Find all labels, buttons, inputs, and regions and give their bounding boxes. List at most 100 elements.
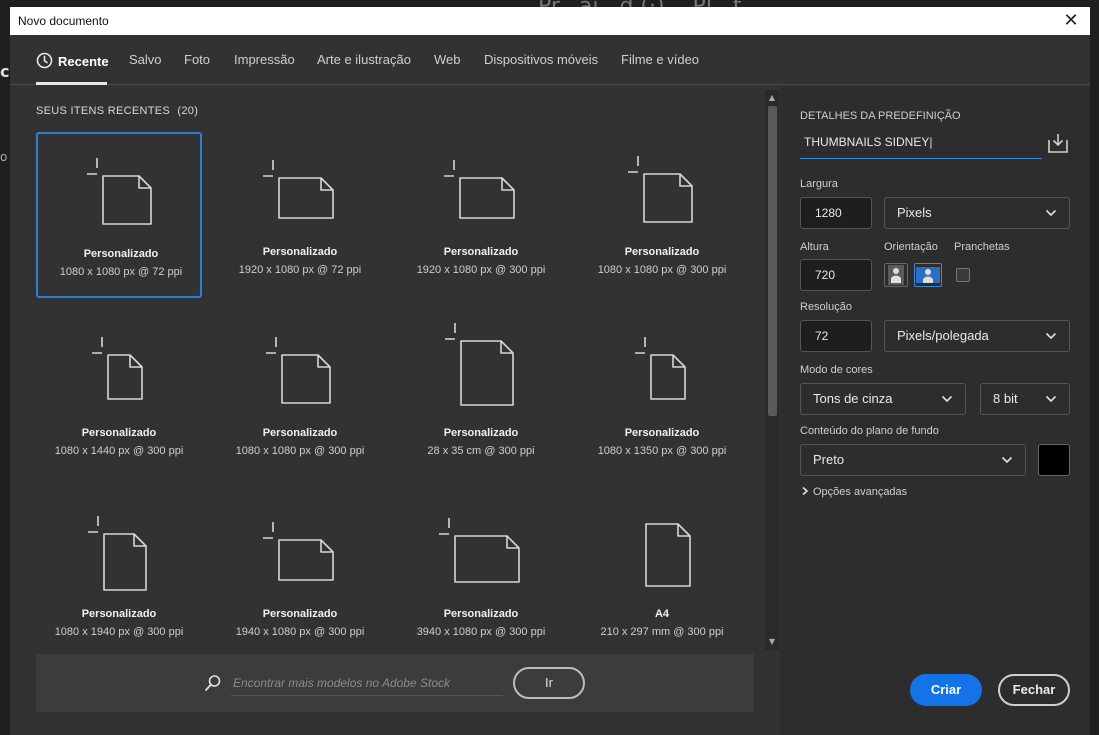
recent-item-tile[interactable]: Personalizado 1080 x 1080 px @ 72 ppi	[36, 132, 202, 298]
recent-item-name: Personalizado	[262, 608, 338, 620]
recent-item-tile[interactable]: Personalizado 1080 x 1350 px @ 300 ppi	[579, 313, 745, 479]
scrollbar[interactable]: ▲ ▼	[765, 90, 779, 650]
tab-arte-e-ilustracao[interactable]: Arte e ilustração	[317, 52, 411, 67]
recent-item-tile[interactable]: Personalizado 1920 x 1080 px @ 72 ppi	[217, 132, 383, 298]
save-preset-icon[interactable]	[1046, 131, 1070, 155]
recent-item-name: Personalizado	[443, 427, 519, 439]
bit-depth-dropdown[interactable]: 8 bit	[980, 383, 1070, 415]
width-label: Largura	[800, 178, 838, 190]
tab-filme-e-video[interactable]: Filme e vídeo	[621, 52, 699, 67]
preset-name-field[interactable]: THUMBNAILS SIDNEY|	[800, 131, 1042, 159]
recent-item-tile[interactable]: Personalizado 1080 x 1080 px @ 300 ppi	[217, 313, 383, 479]
search-go-button[interactable]: Ir	[513, 667, 585, 699]
recent-item-name: Personalizado	[81, 608, 157, 620]
document-icon	[263, 160, 334, 219]
recent-item-size: 1080 x 1080 px @ 300 ppi	[235, 445, 365, 457]
landscape-orientation-button[interactable]	[914, 263, 942, 287]
recent-item-name: A4	[654, 608, 670, 620]
recent-item-name: Personalizado	[443, 608, 519, 620]
document-icon	[645, 523, 691, 587]
category-tabs: Recente Salvo Foto Impressão Arte e ilus…	[10, 35, 1090, 85]
advanced-options-toggle[interactable]: Opções avançadas	[800, 486, 907, 498]
scroll-down-icon[interactable]: ▼	[765, 636, 779, 648]
tab-dispositivos-moveis[interactable]: Dispositivos móveis	[484, 52, 598, 67]
recent-item-name: Personalizado	[624, 246, 700, 258]
stock-search-input[interactable]	[231, 670, 503, 696]
recent-item-size: 3940 x 1080 px @ 300 ppi	[416, 626, 546, 638]
close-button[interactable]: Fechar	[998, 674, 1070, 706]
document-icon	[444, 160, 515, 219]
artboards-checkbox[interactable]	[956, 268, 970, 282]
background-text-fragment: c	[0, 62, 10, 81]
stock-search-bar: Ir	[36, 654, 754, 712]
create-button[interactable]: Criar	[910, 674, 982, 706]
orientation-label: Orientação	[884, 241, 938, 253]
search-icon	[205, 675, 221, 691]
recent-item-size: 1080 x 1350 px @ 300 ppi	[597, 445, 727, 457]
tab-impressao[interactable]: Impressão	[234, 52, 295, 67]
portrait-orientation-button[interactable]	[884, 263, 908, 287]
document-icon	[439, 518, 520, 583]
bit-depth-value: 8 bit	[993, 391, 1018, 406]
recent-item-name: Personalizado	[83, 248, 159, 260]
width-input[interactable]: 1280	[800, 197, 872, 229]
tab-web[interactable]: Web	[434, 52, 461, 67]
document-icon	[445, 323, 514, 406]
recent-item-tile[interactable]: Personalizado 1940 x 1080 px @ 300 ppi	[217, 494, 383, 660]
color-mode-dropdown[interactable]: Tons de cinza	[800, 383, 966, 415]
new-document-dialog: Novo documento ✕ Recente Salvo Foto Impr…	[10, 7, 1090, 735]
tab-recente[interactable]: Recente	[36, 52, 109, 69]
recent-item-tile[interactable]: Personalizado 3940 x 1080 px @ 300 ppi	[398, 494, 564, 660]
recent-item-size: 28 x 35 cm @ 300 ppi	[427, 445, 535, 457]
title-bar: Novo documento ✕	[10, 7, 1090, 35]
background-text-fragment: o	[0, 150, 8, 164]
chevron-down-icon	[1045, 395, 1057, 403]
document-icon	[263, 522, 334, 581]
text-cursor: |	[929, 135, 933, 149]
chevron-down-icon	[1045, 209, 1057, 217]
width-unit-dropdown[interactable]: Pixels	[884, 197, 1070, 229]
resolution-unit-dropdown[interactable]: Pixels/polegada	[884, 320, 1070, 352]
recent-item-tile[interactable]: Personalizado 1080 x 1940 px @ 300 ppi	[36, 494, 202, 660]
tab-label: Recente	[58, 54, 109, 69]
recent-items-title: SEUS ITENS RECENTES	[36, 105, 171, 117]
recent-item-tile[interactable]: Personalizado 28 x 35 cm @ 300 ppi	[398, 313, 564, 479]
recent-items-count: (20)	[177, 105, 199, 117]
resolution-input[interactable]: 72	[800, 320, 872, 352]
landscape-person-icon	[916, 267, 940, 283]
background-contents-dropdown[interactable]: Preto	[800, 444, 1026, 476]
portrait-person-icon	[888, 265, 904, 285]
document-icon	[92, 337, 143, 400]
height-input[interactable]: 720	[800, 259, 872, 291]
recent-item-tile[interactable]: A4 210 x 297 mm @ 300 ppi	[579, 494, 745, 660]
background-contents-label: Conteúdo do plano de fundo	[800, 425, 939, 437]
recent-item-name: Personalizado	[262, 427, 338, 439]
scroll-up-icon[interactable]: ▲	[765, 92, 779, 104]
document-icon	[628, 156, 693, 223]
recent-item-tile[interactable]: Personalizado 1920 x 1080 px @ 300 ppi	[398, 132, 564, 298]
active-tab-indicator	[36, 82, 107, 85]
recent-item-tile[interactable]: Personalizado 1080 x 1080 px @ 300 ppi	[579, 132, 745, 298]
tab-foto[interactable]: Foto	[184, 52, 210, 67]
recent-item-size: 1080 x 1080 px @ 300 ppi	[597, 264, 727, 276]
background-contents-value: Preto	[813, 452, 845, 467]
recent-item-size: 1920 x 1080 px @ 72 ppi	[238, 264, 362, 276]
document-icon	[87, 158, 152, 225]
recent-item-tile[interactable]: Personalizado 1080 x 1440 px @ 300 ppi	[36, 313, 202, 479]
close-icon[interactable]: ✕	[1060, 10, 1082, 32]
artboards-label: Pranchetas	[954, 241, 1010, 253]
recent-item-name: Personalizado	[262, 246, 338, 258]
tab-salvo[interactable]: Salvo	[129, 52, 162, 67]
preset-details-heading: DETALHES DA PREDEFINIÇÃO	[800, 110, 961, 122]
recent-items-heading: SEUS ITENS RECENTES (20)	[36, 105, 198, 117]
recent-items-panel: SEUS ITENS RECENTES (20) Personalizado 10…	[10, 87, 780, 735]
background-color-swatch[interactable]	[1038, 444, 1070, 476]
resolution-label: Resolução	[800, 301, 852, 313]
advanced-options-label: Opções avançadas	[813, 486, 908, 498]
color-mode-label: Modo de cores	[800, 364, 873, 376]
scrollbar-thumb[interactable]	[768, 106, 777, 416]
recent-item-name: Personalizado	[443, 246, 519, 258]
recent-item-name: Personalizado	[81, 427, 157, 439]
window-title: Novo documento	[18, 14, 109, 28]
recent-item-size: 210 x 297 mm @ 300 ppi	[600, 626, 724, 638]
